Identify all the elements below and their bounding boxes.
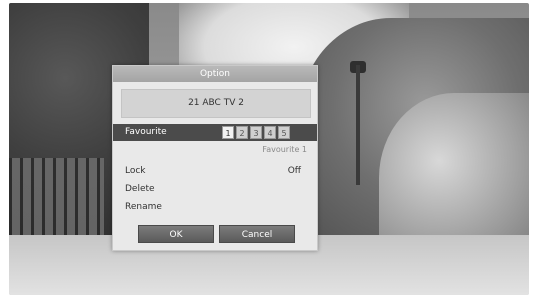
lock-label: Lock [125, 166, 146, 176]
favourite-label: Favourite [125, 127, 167, 137]
delete-label: Delete [125, 184, 155, 194]
favourite-number-5[interactable]: 5 [278, 126, 290, 139]
lock-option[interactable]: Lock Off [125, 164, 301, 178]
tv-screen: Option 21 ABC TV 2 Favourite 1 2 3 4 5 F… [9, 3, 529, 295]
dialog-title: Option [113, 66, 317, 82]
delete-option[interactable]: Delete [125, 182, 301, 196]
rename-label: Rename [125, 202, 162, 212]
cancel-button[interactable]: Cancel [219, 225, 295, 243]
street-lamp-pole [356, 65, 360, 185]
channel-name: 21 ABC TV 2 [188, 98, 244, 108]
lock-value: Off [287, 166, 301, 176]
favourite-number-1[interactable]: 1 [222, 126, 234, 139]
favourite-selected-label: Favourite 1 [262, 145, 307, 154]
favourite-number-3[interactable]: 3 [250, 126, 262, 139]
channel-name-box: 21 ABC TV 2 [121, 89, 311, 118]
favourite-number-2[interactable]: 2 [236, 126, 248, 139]
rename-option[interactable]: Rename [125, 200, 301, 214]
favourite-number-group: 1 2 3 4 5 [222, 126, 290, 139]
favourite-row[interactable]: Favourite 1 2 3 4 5 [113, 124, 317, 141]
ok-button[interactable]: OK [138, 225, 214, 243]
option-dialog: Option 21 ABC TV 2 Favourite 1 2 3 4 5 F… [112, 65, 318, 251]
favourite-number-4[interactable]: 4 [264, 126, 276, 139]
